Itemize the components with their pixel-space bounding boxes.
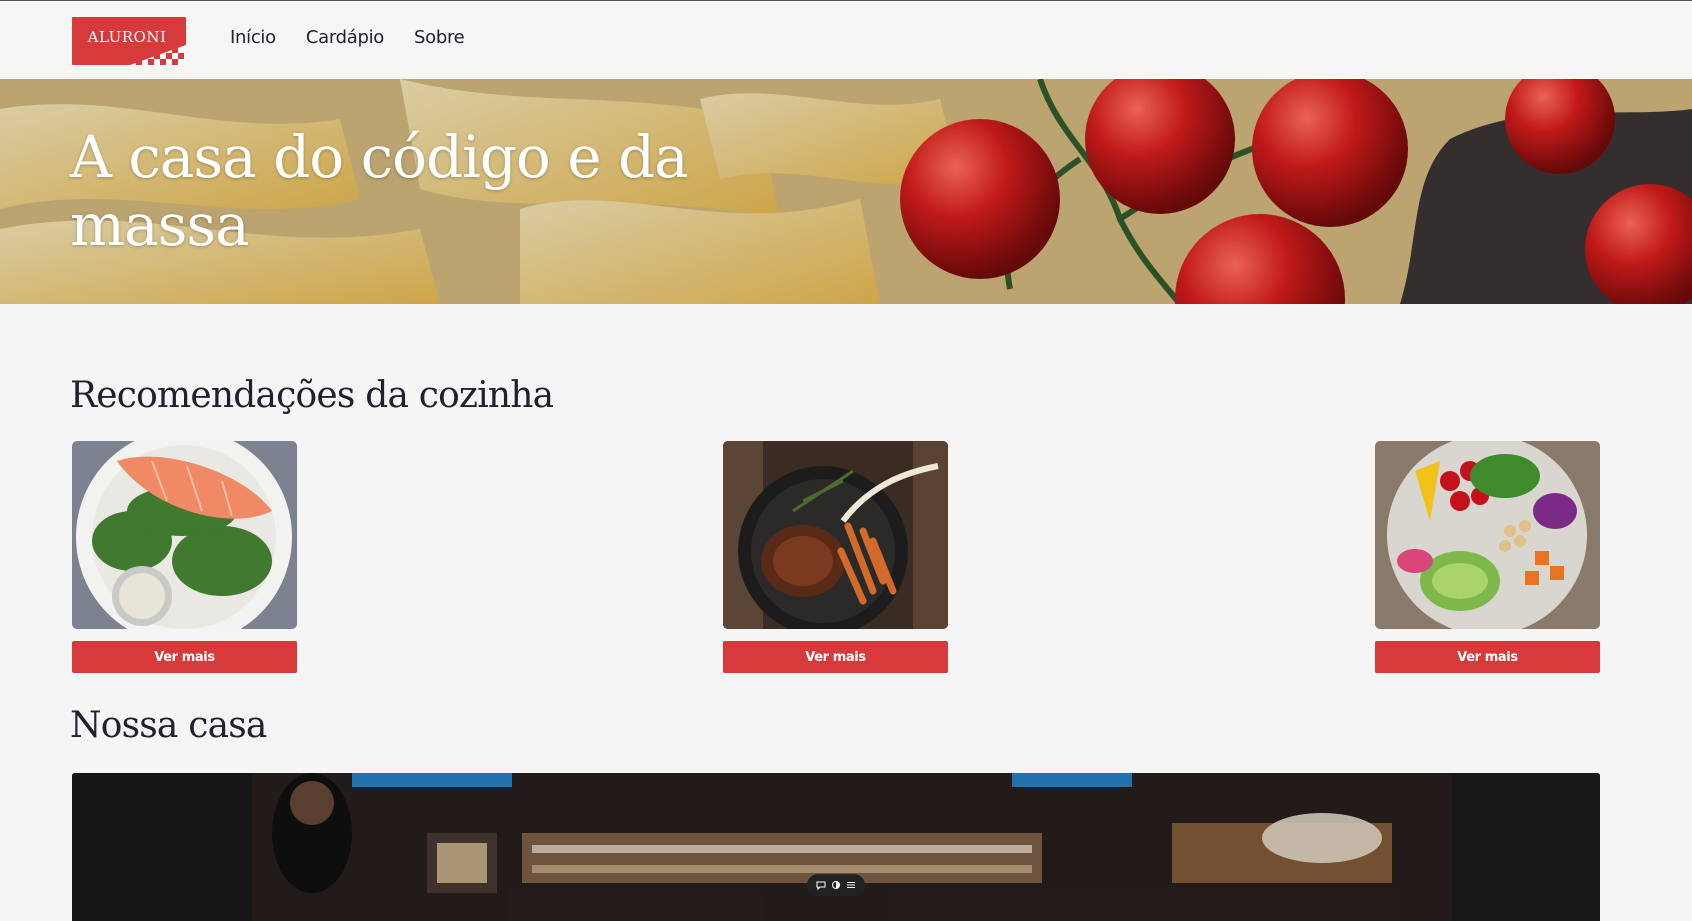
ver-mais-button[interactable]: Ver mais [723,641,948,673]
menu-icon[interactable] [846,880,856,890]
vegetable-bowl-image[interactable] [1375,441,1600,629]
ver-mais-button[interactable]: Ver mais [72,641,297,673]
recommendation-card: Ver mais [723,441,948,673]
restaurant-interior-photo [72,773,1600,921]
main-nav: Início Cardápio Sobre [230,27,494,48]
floating-toolbar [807,874,865,896]
hero-banner: A casa do código e da massa [0,79,1692,304]
nav-link-sobre[interactable]: Sobre [414,27,465,48]
nossa-casa-heading: Nossa casa [70,705,267,746]
recommendation-card: Ver mais [1375,441,1600,673]
aluroni-logo[interactable]: ALURONI [72,17,186,65]
checkered-pattern-icon [130,45,186,65]
salmon-salad-image[interactable] [72,441,297,629]
top-navigation-bar: ALURONI Início Cardápio Sobre [0,0,1692,79]
recommendation-card: Ver mais [72,441,297,673]
logo-text: ALURONI [87,28,167,46]
hero-title: A casa do código e da massa [70,123,689,259]
restaurant-interior-image [72,773,1600,921]
nav-link-cardapio[interactable]: Cardápio [306,27,384,48]
nav-link-inicio[interactable]: Início [230,27,276,48]
steak-skillet-image[interactable] [723,441,948,629]
comment-icon[interactable] [816,880,826,890]
recommendations-heading: Recomendações da cozinha [70,375,554,416]
toggle-icon[interactable] [831,880,841,890]
ver-mais-button[interactable]: Ver mais [1375,641,1600,673]
